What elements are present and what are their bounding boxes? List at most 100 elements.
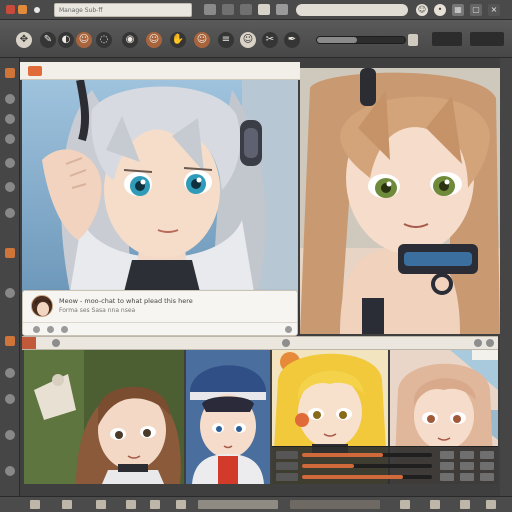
status-icon-6[interactable] <box>176 500 186 509</box>
brown-girl-illustration <box>300 68 500 334</box>
status-icon-2[interactable] <box>62 500 72 509</box>
move-icon[interactable]: ✥ <box>16 32 32 48</box>
reply-icon[interactable] <box>47 326 54 333</box>
status-zoom-field[interactable] <box>198 500 278 509</box>
thumb-2-illustration <box>186 350 270 484</box>
tool-e-icon[interactable] <box>5 158 15 168</box>
minimize-window-icon[interactable] <box>18 5 27 14</box>
gallery-tab-marker[interactable] <box>22 337 36 349</box>
lasso-icon[interactable]: ◌ <box>96 32 112 48</box>
comment-meta-bar <box>23 322 297 336</box>
grid-icon[interactable]: ▦ <box>452 4 464 16</box>
tool-h-icon[interactable] <box>5 248 15 258</box>
opacity-value-box[interactable] <box>440 451 454 459</box>
gallery-menu-icon[interactable] <box>486 339 494 347</box>
fill-icon[interactable]: ◉ <box>122 32 138 48</box>
document-title-field[interactable]: Manage Sub-ff <box>54 3 192 17</box>
gallery-mid-icon[interactable] <box>282 339 290 347</box>
fill-value-box[interactable] <box>440 473 454 481</box>
reload-icon[interactable] <box>240 4 252 15</box>
tool-l-icon[interactable] <box>5 394 15 404</box>
pen-icon[interactable]: ✒ <box>284 32 300 48</box>
select-icon[interactable]: ☺ <box>146 32 162 48</box>
status-icon-5[interactable] <box>150 500 160 509</box>
tool-f-icon[interactable] <box>5 182 15 192</box>
address-field[interactable] <box>296 4 408 16</box>
avatar[interactable] <box>31 295 53 317</box>
share-icon[interactable] <box>61 326 68 333</box>
hair-icon[interactable]: ✂ <box>262 32 278 48</box>
eraser-icon[interactable]: ◐ <box>58 32 74 48</box>
blend-value-box[interactable] <box>440 462 454 470</box>
opacity-eye-icon[interactable] <box>480 451 494 459</box>
status-icon-10[interactable] <box>486 500 496 509</box>
app-logo[interactable] <box>28 66 42 76</box>
fill-add-icon[interactable] <box>460 473 474 481</box>
gallery-next-icon[interactable] <box>474 339 482 347</box>
blend-menu-icon[interactable] <box>480 462 494 470</box>
tool-c-icon[interactable] <box>5 114 15 124</box>
slider-knob[interactable] <box>408 34 418 46</box>
face-icon[interactable]: ☺ <box>240 32 256 48</box>
tool-a-icon[interactable] <box>5 68 15 78</box>
canvas-header <box>20 62 300 80</box>
opacity-slider[interactable] <box>302 453 432 457</box>
status-icon-8[interactable] <box>430 500 440 509</box>
fill-slider[interactable] <box>302 475 432 479</box>
fill-fill <box>302 475 404 479</box>
blend-fill <box>302 464 354 468</box>
like-icon[interactable] <box>33 326 40 333</box>
more-icon[interactable] <box>285 326 292 333</box>
tool-i-icon[interactable] <box>5 288 15 298</box>
thumbnail-blue-cap-boy[interactable] <box>186 350 270 484</box>
layers-icon[interactable]: ≡ <box>218 32 234 48</box>
window-icon[interactable]: ▢ <box>470 4 482 16</box>
close-icon[interactable]: × <box>488 4 500 16</box>
hand-icon[interactable]: ✋ <box>170 32 186 48</box>
back-icon[interactable] <box>204 4 216 15</box>
export-button[interactable] <box>470 32 504 46</box>
crop-icon[interactable]: ☺ <box>194 32 210 48</box>
blend-link-icon[interactable] <box>460 462 474 470</box>
bell-icon[interactable]: • <box>434 4 446 16</box>
status-icon-4[interactable] <box>126 500 136 509</box>
blend-row <box>276 462 494 470</box>
tool-d-icon[interactable] <box>5 134 15 144</box>
artwork-silver-haired-girl[interactable] <box>22 80 298 292</box>
layer-properties-panel <box>272 446 498 484</box>
home-icon[interactable] <box>258 4 270 15</box>
comment-card[interactable]: Meow - moo-chat to what plead this here … <box>22 290 298 336</box>
tool-n-icon[interactable] <box>5 466 15 476</box>
character-icon[interactable]: ☺ <box>76 32 92 48</box>
status-icon-9[interactable] <box>460 500 470 509</box>
brush-size-fill <box>317 37 358 43</box>
user-icon[interactable]: ☺ <box>416 4 428 16</box>
bookmark-icon[interactable] <box>276 4 288 15</box>
tool-j-icon[interactable] <box>5 336 15 346</box>
tool-g-icon[interactable] <box>5 208 15 218</box>
gallery-prev-icon[interactable] <box>52 339 60 347</box>
left-tool-rail <box>0 58 20 498</box>
fill-trash-icon[interactable] <box>480 473 494 481</box>
title-bar: Manage Sub-ff ☺ • ▦ ▢ × <box>0 0 512 20</box>
tool-m-icon[interactable] <box>5 430 15 440</box>
status-icon-7[interactable] <box>400 500 410 509</box>
tool-k-icon[interactable] <box>5 368 15 378</box>
fill-label-chip <box>276 473 298 481</box>
status-icon-3[interactable] <box>96 500 106 509</box>
forward-icon[interactable] <box>222 4 234 15</box>
brush-icon[interactable]: ✎ <box>40 32 56 48</box>
opacity-lock-icon[interactable] <box>460 451 474 459</box>
options-button[interactable] <box>432 32 462 46</box>
blend-slider[interactable] <box>302 464 432 468</box>
thumb-1-illustration <box>24 350 184 484</box>
fill-row <box>276 473 494 481</box>
thumbnail-brown-haired-girl[interactable] <box>24 350 184 484</box>
tool-b-icon[interactable] <box>5 94 15 104</box>
close-window-icon[interactable] <box>6 5 15 14</box>
brush-size-slider[interactable] <box>316 36 406 44</box>
artwork-brown-haired-girl[interactable] <box>300 68 500 334</box>
gallery-header-strip <box>22 336 498 350</box>
silver-girl-illustration <box>22 80 298 292</box>
status-icon-1[interactable] <box>30 500 40 509</box>
